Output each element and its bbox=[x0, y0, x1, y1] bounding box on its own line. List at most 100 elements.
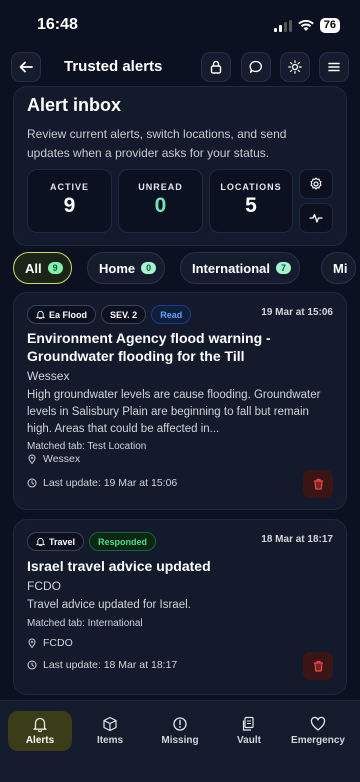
bell-icon bbox=[33, 717, 47, 732]
nav-emergency[interactable]: Emergency bbox=[286, 711, 350, 751]
settings-button[interactable] bbox=[299, 169, 333, 199]
lock-button[interactable] bbox=[201, 52, 231, 82]
tab-home[interactable]: Home 0 bbox=[87, 252, 166, 284]
provider-chip: Ea Flood bbox=[27, 305, 96, 324]
status-badge: Read bbox=[151, 305, 192, 324]
inbox-description: Review current alerts, switch locations,… bbox=[27, 127, 287, 160]
sun-icon bbox=[288, 60, 302, 74]
nav-missing[interactable]: Missing bbox=[148, 711, 212, 751]
nav-vault[interactable]: Vault bbox=[217, 711, 281, 751]
alert-chips: Ea Flood SEV. 2 Read bbox=[27, 305, 192, 324]
alert-chips: Travel Responded bbox=[27, 532, 157, 551]
last-update: Last update: 18 Mar at 18:17 bbox=[27, 659, 177, 671]
delete-button[interactable] bbox=[303, 652, 333, 680]
alert-date: 19 Mar at 15:06 bbox=[261, 307, 333, 318]
alert-body: High groundwater levels are cause floodi… bbox=[27, 389, 321, 435]
wifi-icon bbox=[297, 19, 314, 31]
nav-items[interactable]: Items bbox=[78, 711, 142, 751]
page-title: Trusted alerts bbox=[64, 58, 163, 75]
activity-button[interactable] bbox=[299, 203, 333, 233]
lock-icon bbox=[210, 60, 222, 74]
gear-icon bbox=[310, 177, 322, 190]
location-pin-icon bbox=[28, 638, 36, 648]
bottom-navigation: Alerts Items Missing Vault Emergency bbox=[0, 700, 360, 782]
clock-icon bbox=[27, 478, 37, 488]
heart-icon bbox=[310, 716, 326, 731]
alert-card[interactable]: Travel Responded 18 Mar at 18:17 Israel … bbox=[13, 519, 347, 695]
battery-indicator: 76 bbox=[319, 18, 340, 33]
menu-icon bbox=[328, 62, 340, 72]
alert-location: Wessex bbox=[27, 453, 80, 465]
documents-icon bbox=[242, 716, 254, 731]
trash-icon bbox=[313, 660, 323, 672]
provider-label: Ea Flood bbox=[49, 309, 87, 320]
location-label: Wessex bbox=[43, 453, 81, 465]
alert-card[interactable]: Ea Flood SEV. 2 Read 19 Mar at 15:06 Env… bbox=[13, 292, 347, 510]
theme-button[interactable] bbox=[280, 52, 310, 82]
stat-label: ACTIVE bbox=[49, 182, 89, 192]
last-update-label: Last update: 18 Mar at 18:17 bbox=[43, 659, 178, 671]
tab-label: Home bbox=[99, 260, 136, 276]
stat-unread: UNREAD 0 bbox=[118, 169, 203, 233]
alert-title: Environment Agency flood warning - Groun… bbox=[27, 330, 271, 364]
signal-icon bbox=[273, 19, 292, 32]
alert-source: Wessex bbox=[27, 369, 70, 383]
stat-value: 5 bbox=[245, 194, 257, 217]
alert-date: 18 Mar at 18:17 bbox=[261, 534, 333, 545]
tab-label: Mi bbox=[333, 260, 348, 276]
status-icons: 76 bbox=[273, 18, 340, 33]
bell-icon bbox=[36, 537, 45, 546]
menu-button[interactable] bbox=[319, 52, 349, 82]
last-update: Last update: 19 Mar at 15:06 bbox=[27, 477, 177, 489]
nav-label: Items bbox=[96, 735, 124, 746]
bell-icon bbox=[36, 310, 45, 319]
tab-missing[interactable]: Mi bbox=[321, 252, 357, 284]
header-bar: Trusted alerts bbox=[0, 52, 360, 82]
nav-label: Vault bbox=[237, 735, 261, 746]
status-badge: Responded bbox=[89, 532, 157, 551]
nav-label: Missing bbox=[161, 735, 199, 746]
matched-tab: Matched tab: Test Location bbox=[27, 441, 147, 452]
tab-all[interactable]: All 9 bbox=[13, 252, 72, 284]
inbox-title: Alert inbox bbox=[27, 95, 122, 115]
matched-tab: Matched tab: International bbox=[27, 618, 143, 629]
stat-value: 0 bbox=[154, 194, 167, 217]
nav-label: Emergency bbox=[291, 735, 345, 746]
tab-international[interactable]: International 7 bbox=[180, 252, 301, 284]
provider-chip: Travel bbox=[27, 532, 85, 551]
chat-bubble-icon bbox=[249, 60, 262, 74]
activity-icon bbox=[309, 213, 323, 223]
stat-value: 9 bbox=[63, 194, 76, 217]
nav-label: Alerts bbox=[25, 735, 55, 746]
trash-icon bbox=[313, 478, 323, 490]
severity-chip: SEV. 2 bbox=[101, 305, 147, 324]
stat-label: LOCATIONS bbox=[220, 182, 282, 192]
stat-label: UNREAD bbox=[138, 182, 183, 192]
status-bar: 16:48 76 bbox=[0, 0, 360, 52]
last-update-label: Last update: 19 Mar at 15:06 bbox=[43, 477, 178, 489]
back-arrow-icon bbox=[19, 61, 33, 73]
alert-location: FCDO bbox=[27, 637, 73, 649]
tab-count-badge: 7 bbox=[276, 262, 292, 274]
nav-alerts[interactable]: Alerts bbox=[8, 711, 72, 751]
status-time: 16:48 bbox=[37, 16, 78, 33]
filter-tabs: All 9 Home 0 International 7 Mi bbox=[13, 252, 360, 284]
location-label: FCDO bbox=[43, 637, 73, 649]
stat-locations: LOCATIONS 5 bbox=[209, 169, 293, 233]
chat-button[interactable] bbox=[241, 52, 271, 82]
stat-active: ACTIVE 9 bbox=[27, 169, 112, 233]
alert-title: Israel travel advice updated bbox=[27, 558, 211, 574]
location-pin-icon bbox=[28, 454, 36, 464]
alert-circle-icon bbox=[173, 717, 187, 731]
tab-count-badge: 0 bbox=[141, 262, 157, 274]
back-button[interactable] bbox=[11, 52, 41, 82]
tab-count-badge: 9 bbox=[47, 262, 63, 274]
alert-source: FCDO bbox=[27, 579, 61, 593]
delete-button[interactable] bbox=[303, 470, 333, 498]
tab-label: All bbox=[25, 260, 42, 276]
clock-icon bbox=[27, 660, 37, 670]
provider-label: Travel bbox=[49, 536, 76, 547]
box-icon bbox=[103, 716, 117, 732]
tab-label: International bbox=[192, 260, 271, 276]
alert-body: Travel advice updated for Israel. bbox=[27, 599, 191, 611]
